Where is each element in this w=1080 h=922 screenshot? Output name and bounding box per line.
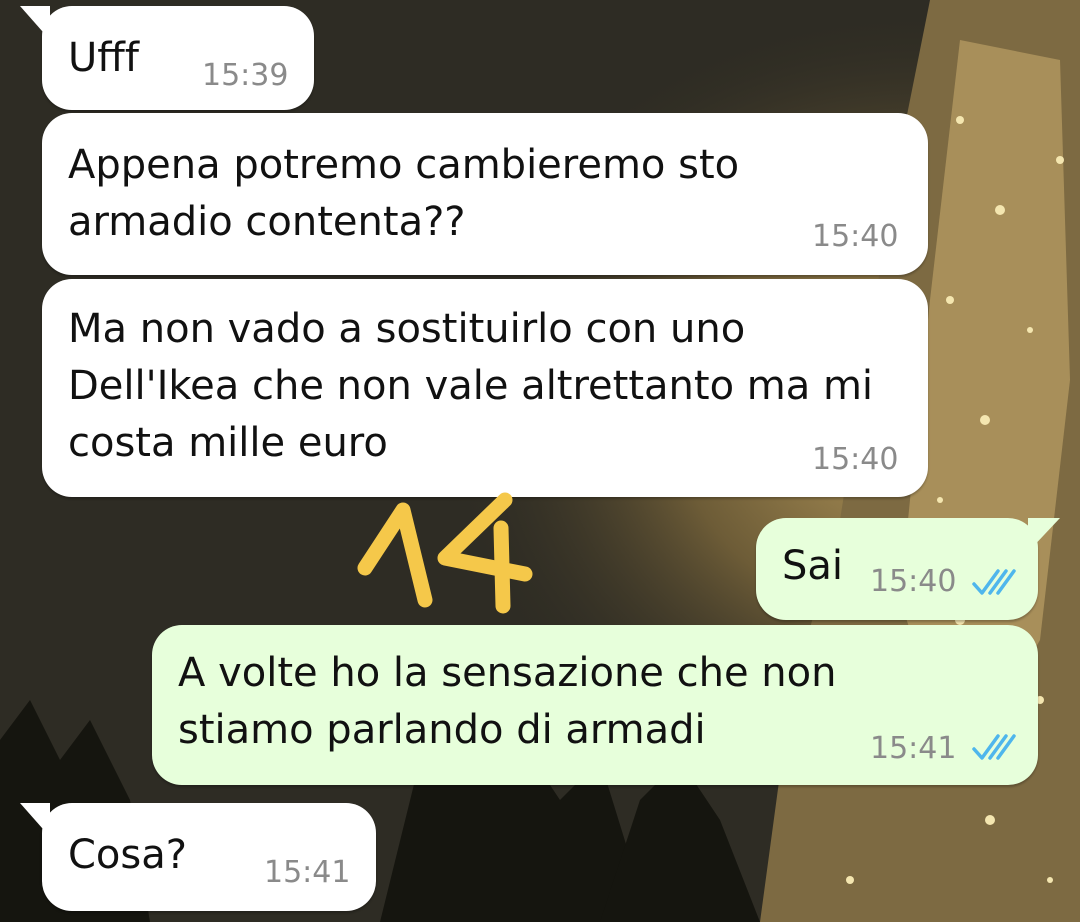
message-text: Ufff bbox=[68, 35, 139, 81]
bubble-tail bbox=[20, 803, 50, 837]
message-text: Sai bbox=[782, 543, 844, 589]
double-check-icon bbox=[972, 569, 1016, 595]
message-text: Appena potremo cambieremo sto armadio co… bbox=[68, 142, 740, 245]
incoming-message[interactable]: Appena potremo cambieremo sto armadio co… bbox=[42, 113, 928, 275]
bubble-tail bbox=[20, 6, 50, 40]
incoming-message[interactable]: Ufff 15:39 bbox=[42, 6, 314, 110]
message-time: 15:41 bbox=[264, 855, 351, 890]
message-time: 15:40 bbox=[812, 442, 899, 477]
bubble-tail bbox=[1028, 518, 1060, 552]
outgoing-message[interactable]: Sai 15:40 bbox=[756, 518, 1038, 620]
message-time: 15:41 bbox=[870, 731, 957, 766]
message-text: Ma non vado a sostituirlo con uno Dell'I… bbox=[68, 306, 874, 466]
incoming-message[interactable]: Ma non vado a sostituirlo con uno Dell'I… bbox=[42, 279, 928, 497]
incoming-message[interactable]: Cosa? 15:41 bbox=[42, 803, 376, 911]
message-time: 15:40 bbox=[870, 564, 957, 599]
outgoing-message[interactable]: A volte ho la sensazione che non stiamo … bbox=[152, 625, 1038, 785]
double-check-icon bbox=[972, 734, 1016, 760]
message-time: 15:40 bbox=[812, 219, 899, 254]
handwritten-14-annotation bbox=[357, 492, 533, 614]
message-time: 15:39 bbox=[202, 58, 289, 93]
message-text: Cosa? bbox=[68, 832, 187, 878]
message-text: A volte ho la sensazione che non stiamo … bbox=[178, 650, 837, 753]
